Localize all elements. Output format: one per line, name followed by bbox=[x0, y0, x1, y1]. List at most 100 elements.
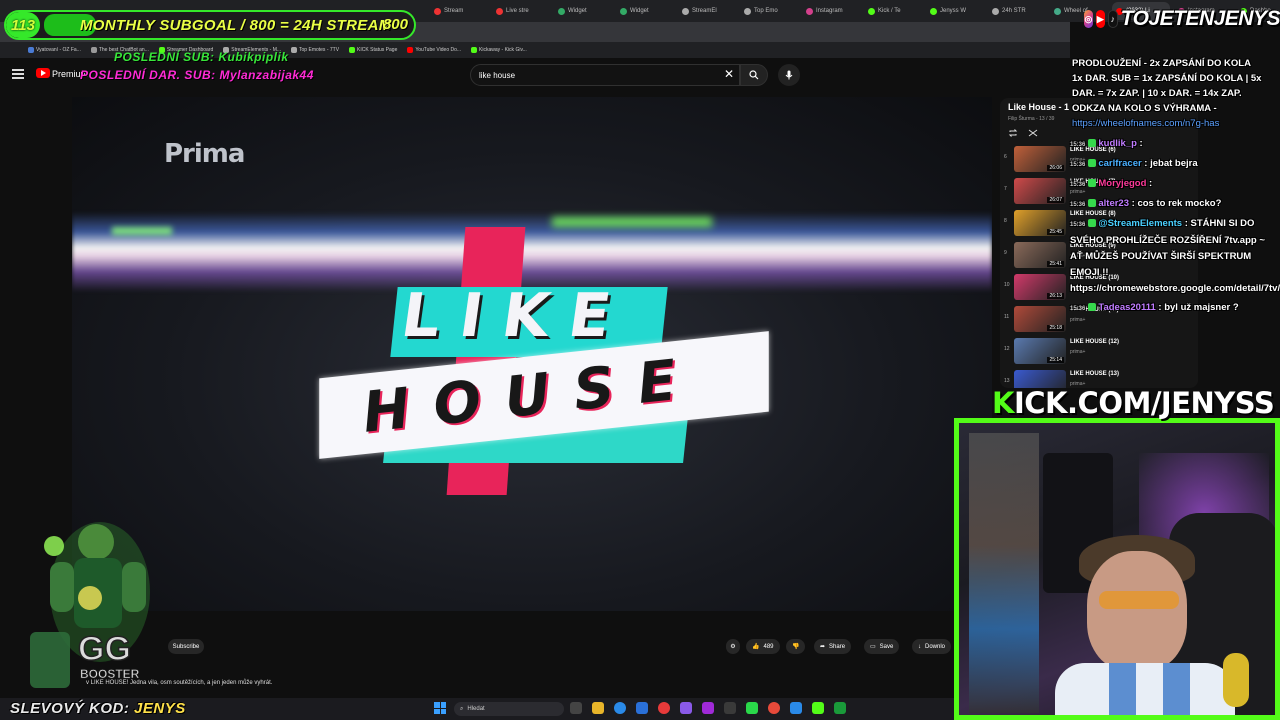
playlist-item-number: 10 bbox=[1004, 282, 1010, 288]
playlist-item-duration: 25:41 bbox=[1047, 261, 1064, 267]
bookmark-item[interactable]: YouTube Video Do... bbox=[407, 47, 461, 53]
bookmark-label: KICK Status Page bbox=[357, 47, 398, 53]
chat-message: 15:36 Tadeas20111 : byl už majsner ? bbox=[1070, 302, 1239, 313]
save-label: Save bbox=[879, 643, 894, 650]
chrome-icon[interactable] bbox=[658, 702, 670, 714]
discord-icon[interactable] bbox=[680, 702, 692, 714]
app-icon[interactable] bbox=[790, 702, 802, 714]
browser-tab[interactable]: Widget bbox=[554, 2, 612, 20]
app-icon[interactable] bbox=[724, 702, 736, 714]
loop-icon[interactable] bbox=[1008, 128, 1018, 138]
dislike-button[interactable]: 👎 bbox=[786, 639, 806, 654]
discount-label: SLEVOVÝ KOD: bbox=[10, 700, 130, 717]
streamer-shirt bbox=[1055, 663, 1235, 715]
download-label: Downlo bbox=[925, 643, 946, 650]
bookmark-favicon-icon bbox=[28, 47, 34, 53]
tab-label: Live stre bbox=[506, 8, 529, 14]
tab-favicon-icon bbox=[496, 7, 503, 15]
browser-tab[interactable]: StreamEl bbox=[678, 2, 736, 20]
tab-favicon-icon bbox=[806, 7, 813, 15]
taskbar-search[interactable]: ⌕ Hledat bbox=[454, 702, 564, 716]
bookmark-label: YouTube Video Do... bbox=[415, 47, 462, 53]
share-button[interactable]: ➦ Share bbox=[814, 639, 852, 654]
chat-username: Moryjegod bbox=[1098, 178, 1147, 189]
playlist-item-duration: 26:13 bbox=[1047, 293, 1064, 299]
subgoal-target: 800 bbox=[382, 16, 408, 33]
playlist-title[interactable]: Like House - 1 bbox=[1008, 102, 1069, 112]
youtube-logo-icon[interactable] bbox=[36, 68, 50, 78]
kick-prefix: K bbox=[992, 386, 1014, 420]
voice-search-button[interactable] bbox=[778, 64, 800, 86]
playlist-item[interactable]: 12 25:14 LIKE HOUSE (12) prima+ bbox=[1004, 336, 1194, 366]
bookmark-item[interactable]: Vyatovaní - OZ Fa... bbox=[28, 47, 81, 53]
download-button[interactable]: ↓ Downlo bbox=[912, 639, 952, 654]
instagram-icon: ◎ bbox=[1084, 10, 1093, 28]
save-button[interactable]: ▭ Save bbox=[864, 639, 900, 654]
browser-tab[interactable]: Kick / Te bbox=[864, 2, 922, 20]
chat-text: byl už majsner ? bbox=[1164, 302, 1239, 313]
playlist-item-title: LIKE HOUSE (13) bbox=[1070, 371, 1120, 377]
hamburger-menu-icon[interactable] bbox=[12, 69, 24, 79]
bookmark-favicon-icon bbox=[349, 47, 356, 53]
settings-icon[interactable]: ⚙ bbox=[726, 639, 740, 654]
glitch-effect bbox=[112, 227, 172, 235]
webcam-feed bbox=[954, 418, 1280, 720]
bookmark-item[interactable]: Top Emotes - 7TV bbox=[291, 47, 339, 53]
like-house-logo-top: LIKE bbox=[397, 281, 635, 351]
browser-tab[interactable]: Widget bbox=[616, 2, 674, 20]
chat-badge-icon bbox=[1088, 303, 1097, 312]
file-explorer-icon[interactable] bbox=[592, 702, 604, 714]
tab-favicon-icon bbox=[1054, 7, 1061, 15]
bookmark-label: Vyatovaní - OZ Fa... bbox=[36, 47, 81, 53]
browser-tab[interactable]: 24h STR bbox=[988, 2, 1046, 20]
edge-icon[interactable] bbox=[614, 702, 626, 714]
windows-start-icon[interactable] bbox=[434, 702, 446, 714]
shuffle-icon[interactable] bbox=[1028, 128, 1038, 138]
playlist-item[interactable]: 1325:26LIKE HOUSE (13)prima+ bbox=[1004, 368, 1194, 388]
tab-label: Stream bbox=[444, 8, 464, 14]
streamer-face bbox=[1087, 551, 1187, 671]
playlist-item-thumbnail: 26:06 bbox=[1014, 146, 1066, 172]
playlist-item-duration: 26:07 bbox=[1047, 197, 1064, 203]
video-player[interactable]: Prima LIKE HOUSE bbox=[72, 97, 992, 611]
tab-label: Kick / Te bbox=[878, 8, 901, 14]
svg-text:BOOSTER: BOOSTER bbox=[80, 667, 140, 681]
svg-text:GG: GG bbox=[78, 630, 131, 668]
search-input[interactable]: like house bbox=[470, 64, 740, 86]
subscribe-button[interactable]: Subscribe bbox=[168, 639, 204, 654]
tab-label: Instagram bbox=[816, 8, 843, 14]
chat-message: 15:36 Moryjegod : bbox=[1070, 178, 1153, 189]
bookmark-item[interactable]: KICK Status Page bbox=[349, 47, 397, 53]
app-icon[interactable] bbox=[702, 702, 714, 714]
bookmark-label: Top Emotes - 7TV bbox=[299, 47, 340, 53]
playlist-item-thumbnail: 25:18 bbox=[1014, 306, 1066, 332]
app-icon[interactable] bbox=[834, 702, 846, 714]
chrome-icon[interactable] bbox=[768, 702, 780, 714]
search-button[interactable] bbox=[740, 64, 768, 86]
app-icon[interactable] bbox=[746, 702, 758, 714]
browser-tab[interactable]: Live stre bbox=[492, 2, 550, 20]
browser-tab[interactable]: Instagram bbox=[802, 2, 860, 20]
thumbs-down-icon: 👎 bbox=[792, 644, 800, 650]
playlist-item-number: 13 bbox=[1004, 378, 1010, 384]
like-button[interactable]: 👍 489 bbox=[746, 639, 780, 654]
browser-tab[interactable]: Top Emo bbox=[740, 2, 798, 20]
bookmark-item[interactable]: Kickaway - Kick Giv... bbox=[471, 47, 527, 53]
discount-code-label: SLEVOVÝ KOD: JENYS bbox=[10, 700, 186, 717]
playlist-item-duration: 25:45 bbox=[1047, 229, 1064, 235]
wheel-link[interactable]: https://wheelofnames.com/n7g-has bbox=[1072, 116, 1277, 131]
tab-label: Widget bbox=[630, 8, 649, 14]
chat-text: jebat bejra bbox=[1150, 158, 1198, 169]
chat-time: 15:36 bbox=[1070, 162, 1086, 168]
chat-text: STÁHNI SI DO SVÉHO PROHLÍŽEČE ROZŠÍŘENÍ … bbox=[1070, 218, 1280, 294]
store-icon[interactable] bbox=[636, 702, 648, 714]
tab-favicon-icon bbox=[930, 7, 937, 15]
browser-tab[interactable]: Stream bbox=[430, 2, 488, 20]
tiktok-icon: ♪ bbox=[1107, 10, 1118, 28]
browser-tab[interactable]: Jenyss W bbox=[926, 2, 984, 20]
clear-search-icon[interactable]: ✕ bbox=[724, 67, 734, 81]
playlist-item-duration: 25:14 bbox=[1047, 357, 1064, 363]
kick-icon[interactable] bbox=[812, 702, 824, 714]
task-view-icon[interactable] bbox=[570, 702, 582, 714]
wheel-rules: PRODLOUŽENÍ - 2x ZAPSÁNÍ DO KOLA 1x DAR.… bbox=[1072, 56, 1277, 131]
